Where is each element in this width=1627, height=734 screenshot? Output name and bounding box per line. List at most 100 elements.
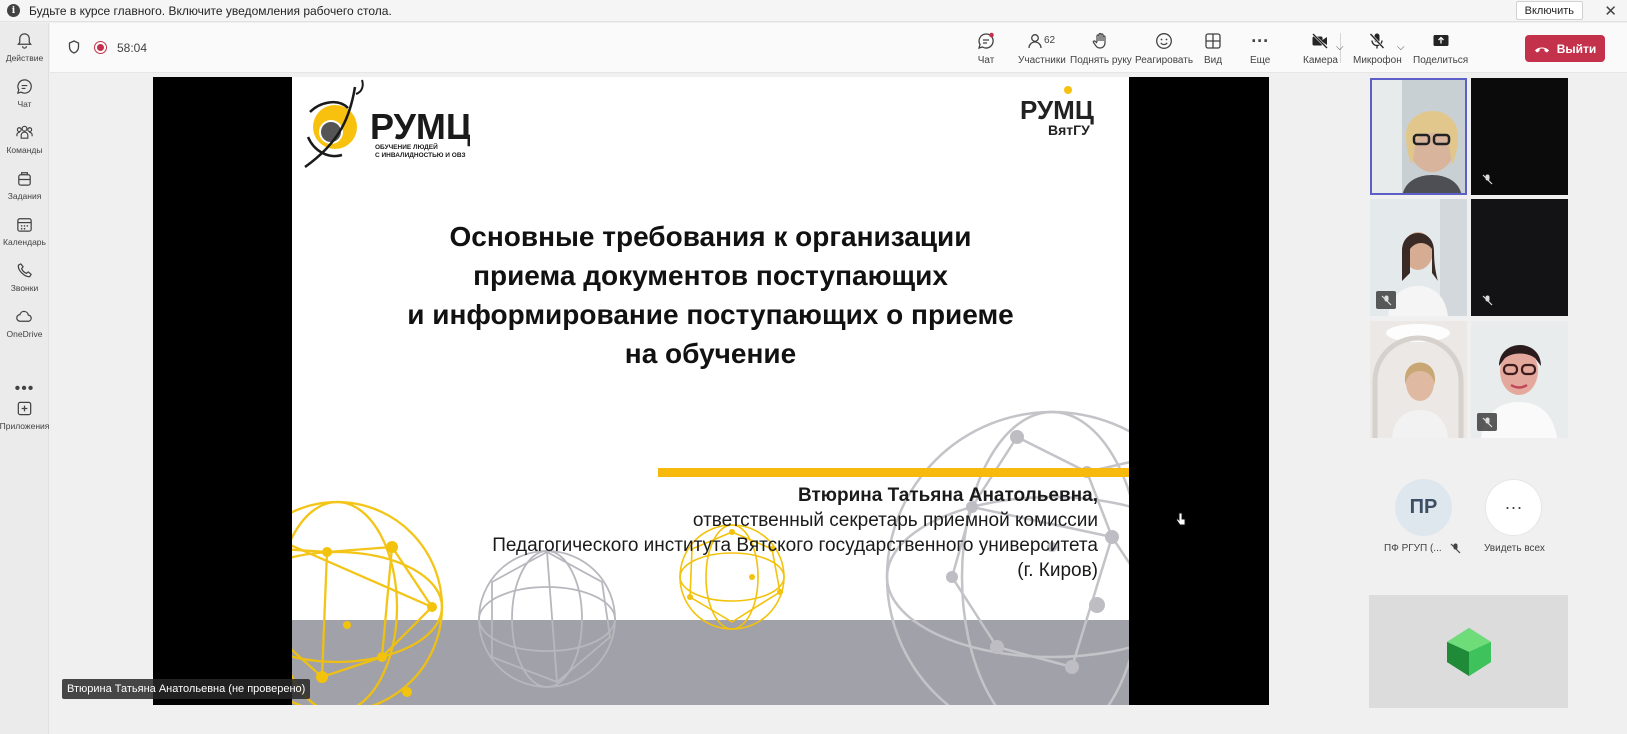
slide-title-line: Основные требования к организации <box>449 221 972 252</box>
see-all-button[interactable]: ··· <box>1485 479 1542 536</box>
mic-off-icon <box>1482 295 1492 305</box>
microphone-button[interactable]: Микрофон <box>1353 31 1402 66</box>
teams-icon <box>16 125 33 139</box>
hand-icon <box>1092 32 1106 49</box>
mic-off-badge <box>1376 291 1396 309</box>
rail-item-activity[interactable]: Действие <box>0 31 49 63</box>
rumc-vyatgu-logo: РУМЦ ВятГУ <box>1020 85 1110 145</box>
slide-title-line: приема документов поступающих <box>473 260 948 291</box>
rumc-logo-subtitle-1: ОБУЧЕНИЕ ЛЮДЕЙ <box>375 142 438 151</box>
microphone-label: Микрофон <box>1353 55 1402 66</box>
camera-off-icon <box>1312 33 1329 49</box>
mic-off-icon <box>1482 417 1492 427</box>
phone-icon <box>17 263 32 278</box>
slide-title-line: на обучение <box>624 338 797 369</box>
mic-off-icon <box>1381 295 1391 305</box>
rumc-vyatgu-logo-subtitle: ВятГУ <box>1048 122 1090 138</box>
rumc-emblem: РУМЦ ОБУЧЕНИЕ ЛЮДЕЙ С ИНВАЛИДНОСТЬЮ И ОВ… <box>304 79 473 169</box>
mic-off-icon <box>1369 33 1385 49</box>
mic-off-badge <box>1477 170 1497 188</box>
author-line: (г. Киров) <box>1017 560 1098 581</box>
shared-screen: РУМЦ ОБУЧЕНИЕ ЛЮДЕЙ С ИНВАЛИДНОСТЬЮ И ОВ… <box>153 77 1269 705</box>
rail-label: Чат <box>17 99 32 109</box>
view-label: Вид <box>1203 55 1223 66</box>
react-button[interactable]: Реагировать <box>1135 31 1193 66</box>
participant-name: ПФ РГУП (... <box>1384 543 1442 554</box>
rail-label: Задания <box>7 191 42 201</box>
author-line: Педагогического института Вятского госуд… <box>492 535 1098 556</box>
raise-hand-label: Поднять руку <box>1070 55 1132 66</box>
rail-item-assignments[interactable]: Задания <box>0 169 49 201</box>
video-tile-speaker[interactable] <box>1370 78 1467 195</box>
chat-icon <box>16 79 32 95</box>
presenter-name-tag: Втюрина Татьяна Анатольевна (не проверен… <box>62 679 311 699</box>
view-button[interactable]: Вид <box>1203 31 1223 66</box>
hang-up-icon <box>1534 47 1549 52</box>
rail-item-teams[interactable]: Команды <box>0 123 49 155</box>
video-tile-empty-1[interactable] <box>1471 78 1568 195</box>
raise-hand-button[interactable]: Поднять руку <box>1070 31 1132 66</box>
camera-options-chevron-icon[interactable]: ⌵ <box>1336 42 1344 53</box>
leave-button[interactable]: Выйти <box>1525 35 1605 62</box>
rail-label: OneDrive <box>6 329 43 339</box>
video-tile-participant-3[interactable] <box>1370 321 1467 438</box>
more-icon: ··· <box>1251 31 1270 51</box>
cloud-icon <box>16 310 32 322</box>
notification-bar: i Будьте в курсе главного. Включите увед… <box>0 0 1627 22</box>
chat-button[interactable]: Чат <box>976 31 996 66</box>
share-label: Поделиться <box>1413 55 1469 66</box>
share-icon <box>1433 35 1449 46</box>
react-label: Реагировать <box>1135 55 1194 66</box>
self-view-tile[interactable] <box>1369 595 1568 708</box>
rumc-logo-text: РУМЦ <box>370 106 470 147</box>
presentation-slide: РУМЦ ОБУЧЕНИЕ ЛЮДЕЙ С ИНВАЛИДНОСТЬЮ И ОВ… <box>292 77 1129 705</box>
notification-message: Будьте в курсе главного. Включите уведом… <box>29 3 392 18</box>
rumc-logo: РУМЦ ОБУЧЕНИЕ ЛЮДЕЙ С ИНВАЛИДНОСТЬЮ И ОВ… <box>300 77 473 177</box>
rail-item-chat[interactable]: Чат <box>0 77 49 109</box>
mic-off-badge <box>1477 413 1497 431</box>
rail-label: Календарь <box>3 237 46 247</box>
camera-button[interactable]: Камера <box>1303 31 1338 66</box>
rail-item-apps[interactable]: Приложения <box>0 399 49 431</box>
close-icon[interactable]: ✕ <box>1604 2 1617 20</box>
more-apps-icon[interactable]: ••• <box>0 380 49 398</box>
rail-item-calendar[interactable]: Календарь <box>0 215 49 247</box>
slide-title: Основные требования к организации приема… <box>292 217 1129 373</box>
author-name: Втюрина Татьяна Анатольевна, <box>798 485 1098 506</box>
video-tile-participant-4[interactable] <box>1471 321 1568 438</box>
camera-label: Камера <box>1303 55 1338 66</box>
meeting-timer: 58:04 <box>117 41 148 55</box>
participant-video <box>1372 80 1465 193</box>
rumc-vyatgu-logo-text: РУМЦ <box>1020 95 1094 125</box>
rumc-vyatgu-emblem: РУМЦ ВятГУ <box>1020 86 1094 138</box>
rumc-logo-subtitle-2: С ИНВАЛИДНОСТЬЮ И ОВЗ <box>375 152 466 159</box>
chat-label: Чат <box>977 55 995 66</box>
plus-square-icon <box>17 401 32 416</box>
participants-button[interactable]: 62 Участники <box>1018 31 1066 66</box>
hand-cursor-icon <box>1176 512 1186 526</box>
see-all-label: Увидеть всех <box>1484 543 1545 554</box>
enable-notifications-button[interactable]: Включить <box>1515 1 1583 20</box>
rail-label: Звонки <box>10 283 39 293</box>
video-tile-empty-2[interactable] <box>1471 199 1568 316</box>
participant-avatar[interactable]: ПР <box>1395 479 1452 536</box>
rail-label: Приложения <box>0 421 50 431</box>
mic-off-icon <box>1482 174 1492 184</box>
rail-item-calls[interactable]: Звонки <box>0 261 49 293</box>
accent-bar <box>658 468 1129 477</box>
author-block: Втюрина Татьяна Анатольевна, ответственн… <box>309 483 1129 583</box>
video-tile-participant-2[interactable] <box>1370 199 1467 316</box>
mic-off-icon <box>1450 543 1461 554</box>
share-button[interactable]: Поделиться <box>1413 31 1468 66</box>
more-label: Еще <box>1250 55 1271 66</box>
chat-icon <box>978 32 994 49</box>
rail-label: Действие <box>5 53 44 63</box>
app-rail: Действие Чат Команды Задания Календарь З… <box>0 23 49 734</box>
meeting-toolbar: 58:04 Чат 62 Участники Поднять руку Реаг… <box>50 23 1627 73</box>
microphone-options-chevron-icon[interactable]: ⌵ <box>1397 42 1405 53</box>
more-button[interactable]: ··· Еще <box>1250 31 1270 66</box>
rail-item-onedrive[interactable]: OneDrive <box>0 307 49 339</box>
participants-count: 62 <box>1044 35 1056 46</box>
smile-icon <box>1156 33 1172 49</box>
rail-label: Команды <box>6 145 43 155</box>
